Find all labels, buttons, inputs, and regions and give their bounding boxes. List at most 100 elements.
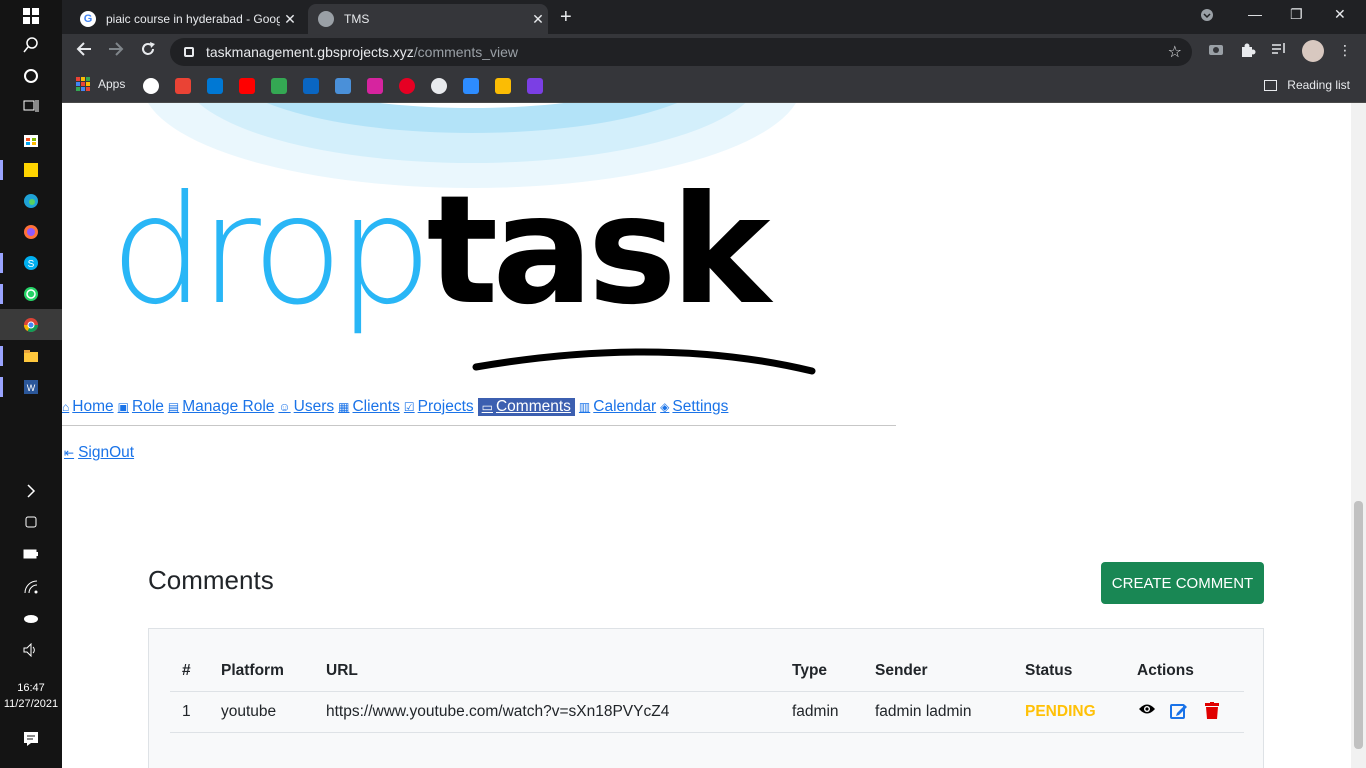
running-indicator <box>0 160 3 180</box>
scrollbar-thumb[interactable] <box>1354 501 1363 749</box>
page-scrollbar[interactable] <box>1351 103 1366 768</box>
windows-start-icon[interactable] <box>21 6 41 26</box>
compass-bookmark-icon[interactable] <box>431 78 447 94</box>
drive-bookmark-icon[interactable] <box>495 78 511 94</box>
search-icon[interactable] <box>21 35 41 55</box>
nav-label: Home <box>72 398 114 415</box>
main-nav: ⌂ Home ▣ Role ▤ Manage Role ☺ Users ▦ Clients… <box>62 388 896 426</box>
nav-settings[interactable]: ◈ Settings <box>660 398 728 416</box>
whatsapp-icon[interactable] <box>21 284 41 304</box>
cortana-icon[interactable] <box>21 66 41 86</box>
reading-list[interactable]: Reading list <box>1264 78 1350 92</box>
globe-icon <box>318 11 334 27</box>
bookmarks-bar: Apps Reading list <box>62 70 1366 103</box>
cell-type: fadmin <box>780 691 863 733</box>
nav-label: Manage Role <box>182 398 275 415</box>
tab-search-icon[interactable] <box>1200 8 1214 25</box>
extensions-icon[interactable] <box>1239 42 1257 60</box>
delete-trash-icon[interactable] <box>1202 702 1222 720</box>
back-icon[interactable] <box>76 41 92 62</box>
reload-icon[interactable] <box>140 41 156 62</box>
chrome-icon[interactable] <box>21 315 41 335</box>
task-view-icon[interactable] <box>21 96 41 116</box>
tab-google-search[interactable]: G piaic course in hyderabad - Goog ✕ <box>70 4 300 34</box>
bookmark-apps[interactable]: Apps <box>76 77 125 91</box>
create-comment-button[interactable]: CREATE COMMENT <box>1101 562 1264 604</box>
nav-home[interactable]: ⌂ Home <box>62 398 114 416</box>
nav-manage-role[interactable]: ▤ Manage Role <box>168 398 275 416</box>
file-explorer-icon[interactable] <box>21 346 41 366</box>
svg-text:S: S <box>28 259 35 270</box>
nav-role[interactable]: ▣ Role <box>118 398 164 416</box>
profile-avatar[interactable] <box>1302 40 1324 62</box>
firefox-icon[interactable] <box>21 222 41 242</box>
close-tab-icon[interactable]: ✕ <box>528 11 548 28</box>
home-icon: ⌂ <box>62 400 70 414</box>
nav-label: Role <box>131 398 164 415</box>
google-bookmark-icon[interactable] <box>143 78 159 94</box>
outlook-bookmark-icon[interactable] <box>207 78 223 94</box>
url-path: /comments_view <box>413 44 519 60</box>
cell-sender: fadmin ladmin <box>863 691 1013 733</box>
lock-icon[interactable] <box>184 47 194 57</box>
notifications-icon[interactable] <box>21 729 41 749</box>
nav-label: Clients <box>352 398 400 415</box>
comments-card: # Platform URL Type Sender Status Action… <box>148 628 1264 768</box>
settings-icon: ◈ <box>660 400 670 414</box>
tab-tms[interactable]: TMS ✕ <box>308 4 548 34</box>
wifi-icon[interactable] <box>21 577 41 597</box>
clock-time: 16:47 <box>17 682 45 694</box>
word-icon[interactable]: W <box>21 377 41 397</box>
new-tab-icon[interactable]: + <box>560 6 572 29</box>
signout-icon: ⇤ <box>64 446 75 460</box>
skype-icon[interactable]: S <box>21 253 41 273</box>
logo-text-task: task <box>426 164 771 338</box>
address-bar[interactable]: taskmanagement.gbsprojects.xyz/comments_… <box>170 38 1192 66</box>
clients-icon: ▦ <box>338 400 350 414</box>
nav-calendar[interactable]: ▥ Calendar <box>579 398 656 416</box>
system-clock[interactable]: 16:47 11/27/2021 <box>0 680 62 712</box>
column-header-sender: Sender <box>863 651 1013 692</box>
edit-icon[interactable] <box>1169 702 1189 720</box>
meet-now-icon[interactable] <box>21 512 41 532</box>
media-control-icon[interactable] <box>1270 42 1288 60</box>
linkedin-bookmark-icon[interactable] <box>303 78 319 94</box>
instagram-bookmark-icon[interactable] <box>367 78 383 94</box>
volume-icon[interactable] <box>21 640 41 660</box>
tab-title: piaic course in hyderabad - Goog <box>106 12 280 26</box>
windows-taskbar: S W 16:47 11/27/2021 <box>0 0 62 768</box>
forward-icon[interactable] <box>108 41 124 62</box>
zoom-bookmark-icon[interactable] <box>463 78 479 94</box>
camera-icon[interactable] <box>1207 42 1225 60</box>
nav-clients[interactable]: ▦ Clients <box>338 398 400 416</box>
bookmark-star-icon[interactable]: ☆ <box>1168 42 1182 62</box>
gmail-bookmark-icon[interactable] <box>175 78 191 94</box>
projects-icon: ☑ <box>403 400 415 414</box>
more-menu-icon[interactable]: ⋮ <box>1336 42 1354 60</box>
nav-label: Projects <box>417 398 474 415</box>
close-window-icon[interactable]: ✕ <box>1334 6 1346 23</box>
store-icon[interactable] <box>21 130 41 150</box>
scholar-bookmark-icon[interactable] <box>335 78 351 94</box>
sticky-notes-icon[interactable] <box>21 160 41 180</box>
apps-grid-icon <box>76 77 90 91</box>
view-eye-icon[interactable] <box>1137 702 1157 720</box>
comments-icon: ▭ <box>481 400 493 414</box>
close-tab-icon[interactable]: ✕ <box>280 11 300 28</box>
minimize-icon[interactable]: — <box>1248 6 1262 22</box>
battery-icon[interactable] <box>21 544 41 564</box>
onedrive-icon[interactable] <box>21 608 41 628</box>
youtube-bookmark-icon[interactable] <box>239 78 255 94</box>
nav-label: Calendar <box>593 398 657 415</box>
d-app-bookmark-icon[interactable] <box>527 78 543 94</box>
maps-bookmark-icon[interactable] <box>271 78 287 94</box>
signout-link[interactable]: ⇤ SignOut <box>64 444 134 462</box>
edge-icon[interactable] <box>21 191 41 211</box>
nav-comments[interactable]: ▭ Comments <box>477 398 575 416</box>
chevron-right-icon[interactable] <box>21 481 41 501</box>
nav-users[interactable]: ☺ Users <box>278 398 334 416</box>
nav-projects[interactable]: ☑ Projects <box>404 398 474 416</box>
restore-icon[interactable]: ❐ <box>1290 6 1303 23</box>
pinterest-bookmark-icon[interactable] <box>399 78 415 94</box>
cell-actions <box>1125 691 1244 733</box>
